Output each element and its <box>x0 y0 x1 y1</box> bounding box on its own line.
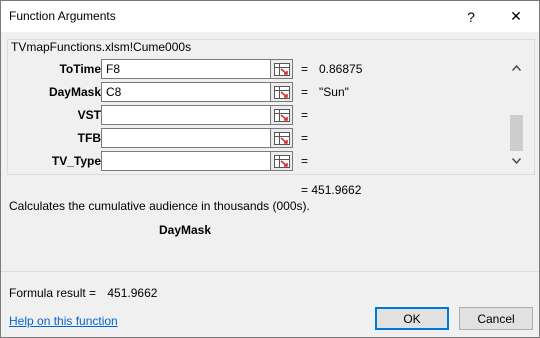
function-result: = 451.9662 <box>301 183 362 197</box>
close-icon: ✕ <box>510 8 522 24</box>
formula-result: Formula result = 451.9662 <box>9 286 157 300</box>
ok-button[interactable]: OK <box>375 307 449 330</box>
argument-label: TFB <box>77 131 101 145</box>
totime-input[interactable] <box>101 59 271 79</box>
argument-result: 0.86875 <box>319 62 363 76</box>
argument-label: VST <box>77 108 101 122</box>
function-name-label: TVmapFunctions.xlsm!Cume000s <box>9 40 194 54</box>
collapse-dialog-button[interactable] <box>271 82 293 102</box>
daymask-input[interactable] <box>101 82 271 102</box>
title-bar: Function Arguments ? ✕ <box>1 1 539 32</box>
scroll-thumb[interactable] <box>510 115 523 151</box>
divider <box>1 271 539 272</box>
argument-row-tv-type: TV_Type = <box>9 151 509 171</box>
argument-result: "Sun" <box>319 85 349 99</box>
tv-type-input[interactable] <box>101 151 271 171</box>
cell-reference-icon <box>273 85 290 99</box>
cell-reference-icon <box>273 154 290 168</box>
argument-label: DayMask <box>48 85 101 99</box>
cancel-button[interactable]: Cancel <box>459 307 533 330</box>
argument-label: TV_Type <box>51 154 101 168</box>
collapse-dialog-button[interactable] <box>271 151 293 171</box>
tfb-input[interactable] <box>101 128 271 148</box>
equals-sign: = <box>301 108 309 122</box>
help-button[interactable]: ? <box>448 1 494 32</box>
argument-row-daymask: DayMask = "Sun" <box>9 82 509 102</box>
arguments-scrollbar[interactable] <box>508 57 525 169</box>
scroll-up-button[interactable] <box>508 59 525 76</box>
equals-sign: = <box>301 85 309 99</box>
collapse-dialog-button[interactable] <box>271 128 293 148</box>
argument-label: ToTime <box>59 62 101 76</box>
chevron-up-icon <box>512 64 521 71</box>
scroll-down-button[interactable] <box>508 152 525 169</box>
formula-result-label: Formula result = <box>9 286 97 300</box>
equals-sign: = <box>301 131 309 145</box>
question-mark-icon: ? <box>467 8 475 25</box>
function-description: Calculates the cumulative audience in th… <box>9 199 310 213</box>
chevron-down-icon <box>512 157 521 164</box>
function-arguments-dialog: Function Arguments ? ✕ TVmapFunctions.xl… <box>0 0 540 338</box>
window-title: Function Arguments <box>9 9 116 23</box>
equals-sign: = <box>301 62 309 76</box>
argument-row-tfb: TFB = <box>9 128 509 148</box>
collapse-dialog-button[interactable] <box>271 59 293 79</box>
close-button[interactable]: ✕ <box>493 1 539 32</box>
current-argument-name: DayMask <box>159 223 212 237</box>
cell-reference-icon <box>273 62 290 76</box>
equals-sign: = <box>301 154 309 168</box>
cell-reference-icon <box>273 131 290 145</box>
vst-input[interactable] <box>101 105 271 125</box>
formula-result-value: 451.9662 <box>107 286 158 300</box>
help-on-function-link[interactable]: Help on this function <box>9 314 118 328</box>
argument-row-vst: VST = <box>9 105 509 125</box>
cell-reference-icon <box>273 108 290 122</box>
argument-row-totime: ToTime = 0.86875 <box>9 59 509 79</box>
collapse-dialog-button[interactable] <box>271 105 293 125</box>
